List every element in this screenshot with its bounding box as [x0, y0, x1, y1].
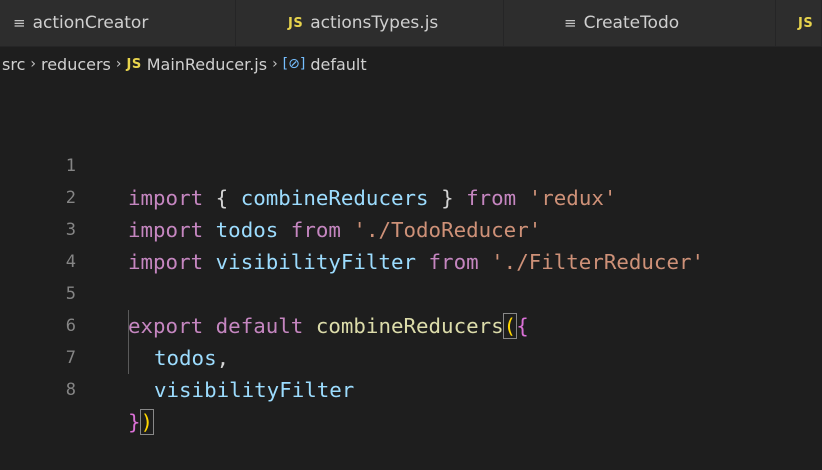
- code-line[interactable]: 2 import todos from './TodoReducer': [0, 150, 822, 242]
- js-file-icon: JS: [126, 56, 142, 72]
- tab-label: CreateTodo: [583, 13, 680, 33]
- js-file-icon: JS: [288, 15, 304, 31]
- chevron-right-icon: ›: [115, 56, 122, 72]
- code-line[interactable]: 8 }): [0, 342, 822, 435]
- breadcrumb-symbol[interactable]: default: [310, 55, 366, 74]
- bracket-match: ): [139, 409, 155, 435]
- code-line[interactable]: 6 todos,: [0, 278, 822, 370]
- js-file-icon: JS: [798, 15, 814, 31]
- tab-label: actionsTypes.js: [310, 13, 439, 33]
- text-file-icon: ≡: [13, 14, 26, 32]
- code-line[interactable]: 4: [0, 214, 822, 272]
- breadcrumb-file[interactable]: MainReducer.js: [147, 55, 267, 74]
- tab-actioncreator[interactable]: ≡ actionCreator: [0, 0, 236, 46]
- tab-label: actionCreator: [32, 13, 149, 33]
- tab-actionstypes-js[interactable]: JS actionsTypes.js: [236, 0, 504, 46]
- chevron-right-icon: ›: [30, 56, 36, 72]
- line-number: 8: [65, 380, 76, 400]
- breadcrumb: src › reducers › JS MainReducer.js › [⊘]…: [0, 48, 822, 80]
- code-line[interactable]: 5 export default combineReducers({: [0, 246, 822, 339]
- code-text: visibilityFilter: [154, 378, 355, 402]
- code-line[interactable]: 3 import visibilityFilter from './Filter…: [0, 182, 822, 274]
- text-file-icon: ≡: [564, 14, 577, 32]
- tab-bar: ≡ actionCreator JS actionsTypes.js ≡ Cre…: [0, 0, 822, 47]
- breadcrumb-folder-src[interactable]: src: [2, 55, 25, 74]
- breadcrumb-folder-reducers[interactable]: reducers: [41, 55, 111, 74]
- symbol-variable-icon: [⊘]: [282, 56, 306, 72]
- code-line[interactable]: 7 visibilityFilter: [0, 310, 822, 402]
- tab-partial-js[interactable]: JS: [776, 0, 822, 46]
- code-text: }): [128, 409, 155, 435]
- chevron-right-icon: ›: [272, 56, 278, 72]
- code-line[interactable]: 1 import { combineReducers } from 'redux…: [0, 118, 822, 210]
- tab-createtodo[interactable]: ≡ CreateTodo: [504, 0, 776, 46]
- code-editor[interactable]: 1 import { combineReducers } from 'redux…: [0, 83, 822, 441]
